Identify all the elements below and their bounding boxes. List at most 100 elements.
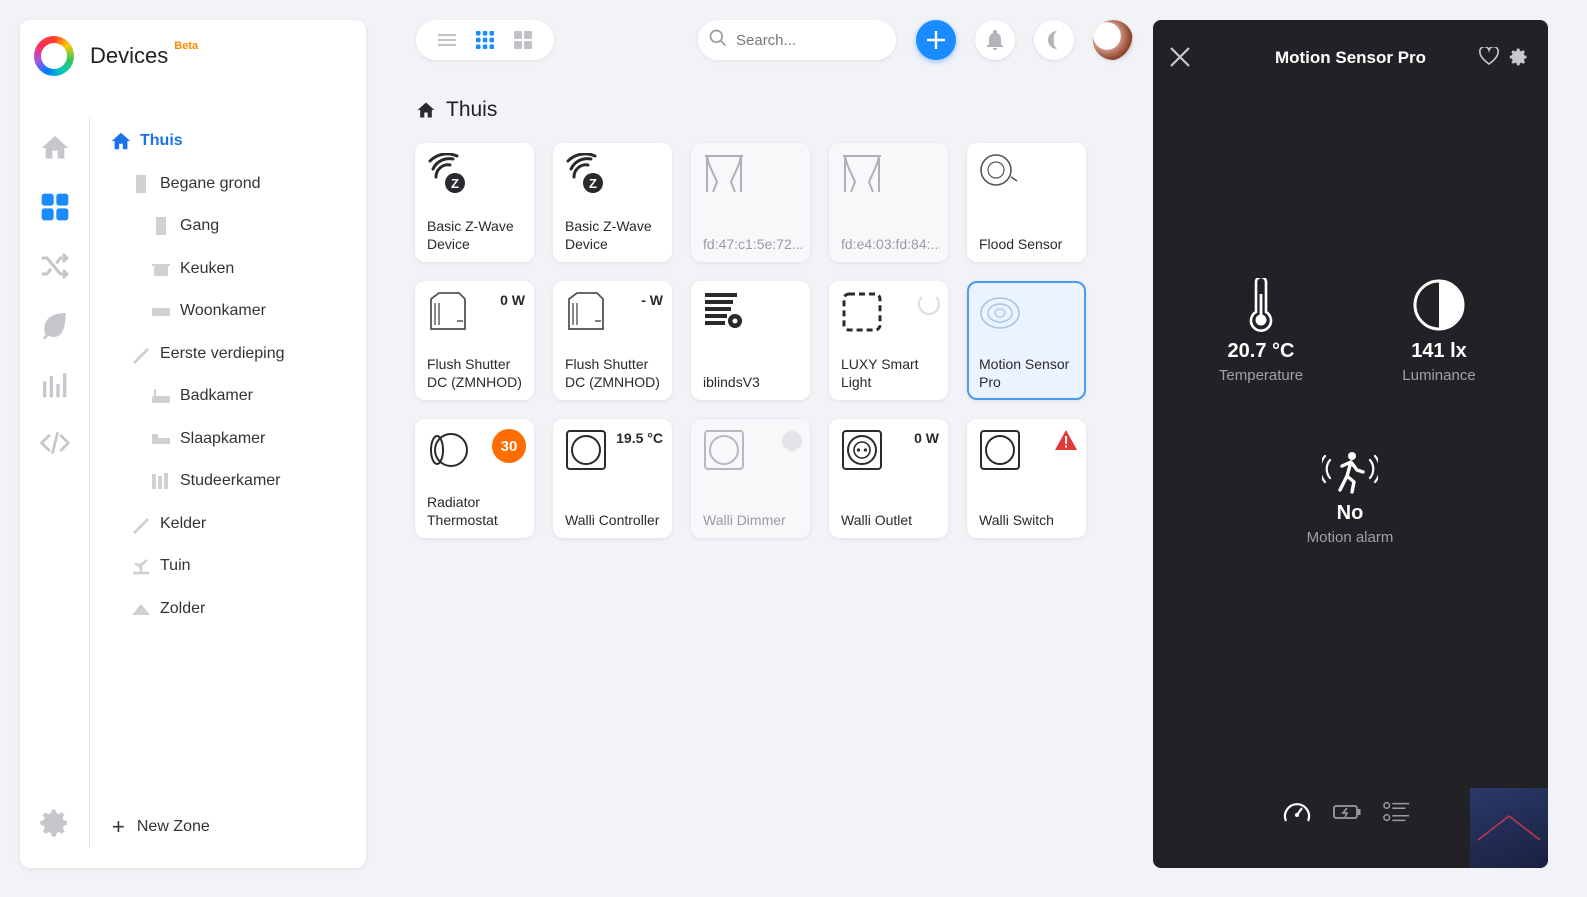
zwave-icon: Z bbox=[428, 152, 465, 193]
device-name: Walli Switch bbox=[979, 512, 1054, 528]
device-name: Walli Dimmer bbox=[703, 512, 786, 528]
heart-icon[interactable] bbox=[1479, 45, 1499, 70]
zone-label: Zolder bbox=[160, 599, 206, 617]
search-input[interactable] bbox=[736, 31, 876, 49]
zone-label: Tuin bbox=[160, 557, 191, 575]
user-avatar[interactable] bbox=[1093, 20, 1133, 60]
zone-item-zolder[interactable]: Zolder bbox=[110, 588, 360, 631]
loading-spinner bbox=[918, 293, 940, 315]
device-tile[interactable]: Flood Sensor bbox=[967, 143, 1086, 262]
home-icon bbox=[110, 130, 132, 152]
power-value: 0 W bbox=[500, 292, 525, 308]
notifications-button[interactable] bbox=[975, 20, 1015, 60]
curtain-icon bbox=[705, 155, 743, 193]
svg-text:Z: Z bbox=[589, 176, 597, 191]
home-icon[interactable] bbox=[20, 118, 90, 177]
zone-item-eerste-verdieping[interactable]: Eerste verdieping bbox=[110, 333, 360, 376]
bed-icon bbox=[150, 428, 172, 450]
zones-panel: Devices Beta Thuis Begane grond Gang Keu… bbox=[20, 20, 366, 868]
stairs-icon bbox=[130, 513, 152, 535]
device-tile[interactable]: Walli Switch bbox=[967, 419, 1086, 538]
module-icon bbox=[430, 292, 466, 330]
gear-icon[interactable] bbox=[38, 806, 72, 840]
zone-item-gang[interactable]: Gang bbox=[110, 205, 360, 248]
zone-label: Badkamer bbox=[180, 387, 253, 405]
large-grid-view-icon[interactable] bbox=[510, 27, 536, 53]
zone-item-badkamer[interactable]: Badkamer bbox=[110, 375, 360, 418]
power-value: 0 W bbox=[914, 430, 939, 446]
device-name: iblindsV3 bbox=[703, 374, 760, 390]
device-tile-selected[interactable]: Motion Sensor Pro bbox=[967, 281, 1086, 400]
devices-grid-icon[interactable] bbox=[20, 177, 90, 236]
motion-sensor-icon bbox=[980, 297, 1020, 329]
dark-mode-button[interactable] bbox=[1034, 20, 1074, 60]
device-tile[interactable]: 30 Radiator Thermostat bbox=[415, 419, 534, 538]
flows-icon[interactable] bbox=[20, 236, 90, 295]
capability-label: Luminance bbox=[1402, 367, 1476, 384]
zone-label: Begane grond bbox=[160, 174, 261, 192]
device-name: Basic Z-Wave Device bbox=[565, 218, 652, 252]
add-device-button[interactable] bbox=[916, 20, 956, 60]
device-name: Basic Z-Wave Device bbox=[427, 218, 514, 252]
device-tile[interactable]: Walli Dimmer bbox=[691, 419, 810, 538]
gauge-icon[interactable] bbox=[1283, 798, 1311, 826]
stairs-icon bbox=[130, 343, 152, 365]
garden-icon bbox=[130, 555, 152, 577]
thermometer-icon bbox=[1171, 278, 1351, 332]
zone-item-begane-grond[interactable]: Begane grond bbox=[110, 163, 360, 206]
zone-item-slaapkamer[interactable]: Slaapkamer bbox=[110, 418, 360, 461]
device-tile[interactable]: 0 W Walli Outlet bbox=[829, 419, 948, 538]
bell-icon bbox=[987, 30, 1003, 50]
zone-item-kelder[interactable]: Kelder bbox=[110, 503, 360, 546]
capability-label: Motion alarm bbox=[1306, 529, 1394, 546]
nav-rail bbox=[20, 118, 90, 472]
floor-icon bbox=[130, 173, 152, 195]
gear-icon[interactable] bbox=[1509, 47, 1529, 72]
zone-label: Gang bbox=[180, 217, 220, 235]
page-title: Thuis bbox=[416, 98, 497, 122]
device-tile[interactable]: 19.5 °C Walli Controller bbox=[553, 419, 672, 538]
capability-value: 141 lx bbox=[1411, 340, 1467, 362]
chevron-up-icon bbox=[1477, 814, 1541, 841]
zone-label: Woonkamer bbox=[180, 302, 266, 320]
device-tile[interactable]: iblindsV3 bbox=[691, 281, 810, 400]
battery-icon[interactable] bbox=[1333, 798, 1361, 826]
zone-label: Studeerkamer bbox=[180, 472, 281, 490]
zone-item-keuken[interactable]: Keuken bbox=[110, 248, 360, 291]
device-tile[interactable]: 0 W Flush Shutter DC (ZMNHOD) bbox=[415, 281, 534, 400]
code-icon[interactable] bbox=[20, 413, 90, 472]
device-tile[interactable]: Z Basic Z-Wave Device bbox=[415, 143, 534, 262]
energy-leaf-icon[interactable] bbox=[20, 295, 90, 354]
capability-luminance: 141 lx Luminance bbox=[1349, 278, 1529, 384]
device-tile[interactable]: fd:e4:03:fd:84:... bbox=[829, 143, 948, 262]
list-icon[interactable] bbox=[1383, 798, 1411, 826]
zone-label: Kelder bbox=[160, 514, 207, 532]
capability-motion-alarm: No Motion alarm bbox=[1260, 450, 1440, 546]
insights-icon[interactable] bbox=[20, 354, 90, 413]
device-tile[interactable]: - W Flush Shutter DC (ZMNHOD) bbox=[553, 281, 672, 400]
capability-label: Temperature bbox=[1218, 367, 1304, 384]
device-name: LUXY Smart Light bbox=[841, 356, 919, 390]
small-grid-view-icon[interactable] bbox=[472, 27, 498, 53]
capability-temperature: 20.7 °C Temperature bbox=[1171, 278, 1351, 384]
app-title: Devices bbox=[90, 43, 169, 68]
zone-item-studeerkamer[interactable]: Studeerkamer bbox=[110, 460, 360, 503]
new-zone-button[interactable]: + New Zone bbox=[112, 816, 210, 838]
zwave-icon: Z bbox=[566, 152, 603, 193]
status-dot bbox=[782, 431, 802, 451]
zone-label: Eerste verdieping bbox=[160, 344, 285, 362]
device-tile[interactable]: Z Basic Z-Wave Device bbox=[553, 143, 672, 262]
device-tile[interactable]: LUXY Smart Light bbox=[829, 281, 948, 400]
zone-tree: Thuis Begane grond Gang Keuken Woonkamer… bbox=[110, 120, 360, 630]
device-tile[interactable]: fd:47:c1:5e:72... bbox=[691, 143, 810, 262]
zone-item-woonkamer[interactable]: Woonkamer bbox=[110, 290, 360, 333]
search-icon bbox=[708, 28, 728, 53]
view-toggle bbox=[416, 20, 554, 60]
zone-item-thuis[interactable]: Thuis bbox=[110, 120, 360, 163]
scroll-up-button[interactable] bbox=[1470, 788, 1548, 868]
device-name: Walli Outlet bbox=[841, 512, 913, 528]
device-name: fd:47:c1:5e:72... bbox=[703, 236, 802, 252]
detail-tabs bbox=[1283, 798, 1411, 826]
list-view-icon[interactable] bbox=[434, 27, 460, 53]
zone-item-tuin[interactable]: Tuin bbox=[110, 545, 360, 588]
